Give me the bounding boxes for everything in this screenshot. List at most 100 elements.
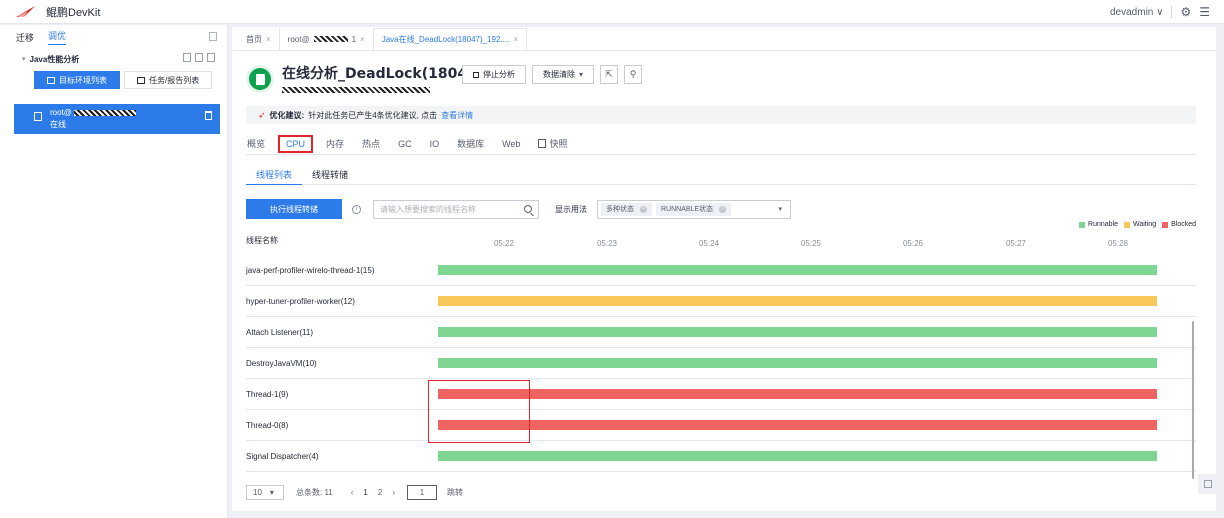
tab-memory[interactable]: 内存 [325,137,345,150]
settings-icon[interactable]: ⚲ [624,65,643,84]
legend-swatch [1124,221,1130,228]
pagination: 10 ▾ 总条数: 11 ‹ 1 2 › 1 跳转 [246,485,463,500]
tab-root-node[interactable]: root@ 1 × [280,28,374,50]
thread-row[interactable]: Signal Dispatcher(4) [246,441,1196,472]
page-header: 在线分析_DeadLock(18047) [246,63,483,95]
filter-icon[interactable] [207,53,215,62]
thread-state-bar[interactable] [438,327,1157,337]
target-env-list-button[interactable]: 目标环境列表 [34,71,120,89]
tab-snapshot[interactable]: 快照 [537,137,568,150]
tab-label: Java在线_DeadLock(18047)_192.... [381,35,510,44]
close-icon[interactable]: × [513,35,518,44]
page-1-button[interactable]: 1 [363,488,367,497]
tab-label: root@ [287,34,310,44]
page-size-value: 10 [253,488,262,497]
close-icon[interactable]: × [266,35,271,44]
chevron-down-icon: ▾ [579,70,584,79]
tab-gc[interactable]: GC [397,139,413,149]
state-multi-select[interactable]: 多种状态 × RUNNABLE状态 × ▾ [597,199,791,219]
thread-state-bar[interactable] [438,389,1157,399]
gear-icon[interactable]: ⚙ [1180,5,1191,19]
thread-state-bar[interactable] [438,296,1157,306]
info-icon[interactable]: i [352,204,361,214]
stop-icon [473,71,479,78]
thread-state-bar[interactable] [438,265,1157,275]
thread-state-bar[interactable] [438,420,1157,430]
search-icon[interactable] [524,204,532,213]
tab-hotspot[interactable]: 热点 [361,137,381,150]
sidebar-group-java[interactable]: ▾ Java性能分析 [0,49,227,69]
tab-java-online-deadlock[interactable]: Java在线_DeadLock(18047)_192.... × [373,28,528,50]
thread-row[interactable]: Thread-1(9) [246,379,1196,410]
sidebar: 迁移 调优 ▾ Java性能分析 目标环境列表 任务/报告列表 root@ 在线 [0,25,228,518]
prev-page-button[interactable]: ‹ [351,488,354,497]
time-tick: 05:28 [1107,239,1129,248]
thread-dump-button[interactable]: 执行线程转储 [246,199,342,219]
menu-icon[interactable]: ☰ [1199,5,1210,19]
user-menu[interactable]: devadmin ∨ [1110,7,1163,18]
stop-analysis-button[interactable]: 停止分析 [462,65,526,84]
tab-thread-dump[interactable]: 线程转储 [302,165,358,185]
chip-label: 多种状态 [606,206,634,213]
cpu-sub-tabs: 线程列表 线程转储 [246,165,1196,185]
user-name: devadmin [1110,6,1154,18]
thread-row[interactable]: DestroyJavaVM(10) [246,348,1196,379]
vertical-scrollbar[interactable] [1192,321,1194,479]
view-details-link[interactable]: 查看详情 [441,110,473,121]
advice-label: 优化建议: [269,110,305,120]
thread-state-bar[interactable] [438,358,1157,368]
snapshot-icon [538,139,547,148]
collapse-icon[interactable] [209,32,217,41]
export-icon[interactable]: ⇱ [600,65,619,84]
feedback-button[interactable] [1198,474,1218,494]
thread-search [373,199,539,219]
legend-runnable: Runnable [1079,221,1118,228]
remove-chip-icon[interactable]: × [640,205,647,213]
time-tick: 05:24 [698,239,720,248]
time-tick: 05:27 [1005,239,1027,248]
chevron-down-icon: ▾ [778,205,782,213]
delete-icon[interactable] [205,111,212,120]
import-icon[interactable] [195,53,203,62]
thread-toolbar: 执行线程转储 i 显示用法 多种状态 × RUNNABLE状态 × ▾ [246,199,791,219]
thread-row[interactable]: Thread-0(8) [246,410,1196,441]
optimization-advice-banner: ➶ 优化建议: 针对此任务已产生4条优化建议, 点击 查看详情 [246,106,1196,124]
time-tick: 05:26 [902,239,924,248]
thread-name: hyper-tuner-profiler-worker(12) [246,297,355,306]
legend-label: Runnable [1088,221,1118,228]
tab-home[interactable]: 首页 × [238,28,280,50]
tab-web[interactable]: Web [501,139,521,149]
close-icon[interactable]: × [360,35,365,44]
tab-database[interactable]: 数据库 [456,137,485,150]
sidebar-tab-migrate[interactable]: 迁移 [16,31,34,44]
tab-io[interactable]: IO [429,139,441,149]
next-page-button[interactable]: › [392,488,395,497]
caret-down-icon: ▾ [22,56,26,63]
remove-chip-icon[interactable]: × [719,205,727,213]
server-icon [34,112,42,121]
thread-name: Signal Dispatcher(4) [246,452,319,461]
thread-row[interactable]: java-perf-profiler-wirelo-thread-1(15) [246,255,1196,286]
app-logo[interactable]: 鲲鹏DevKit [16,4,100,20]
tab-overview[interactable]: 概览 [246,137,266,150]
chevron-down-icon: ∨ [1156,6,1164,18]
data-clear-button[interactable]: 数据清除 ▾ [532,65,595,84]
thread-state-bar[interactable] [438,451,1157,461]
jump-page-input[interactable]: 1 [407,485,437,500]
add-icon[interactable] [183,53,191,62]
sidebar-tab-tuning[interactable]: 调优 [48,29,66,45]
thread-row[interactable]: Attach Listener(11) [246,317,1196,348]
chart-legend: Runnable Waiting Blocked [1079,221,1196,228]
chip-runnable-state: RUNNABLE状态 × [656,202,732,216]
thread-search-input[interactable] [380,204,510,214]
tab-thread-list[interactable]: 线程列表 [246,165,303,185]
page-size-select[interactable]: 10 ▾ [246,485,284,500]
main-panel: 首页 × root@ 1 × Java在线_DeadLock(18047)_19… [232,27,1216,511]
thread-name: java-perf-profiler-wirelo-thread-1(15) [246,266,375,275]
task-report-list-button[interactable]: 任务/报告列表 [124,71,213,89]
chevron-down-icon: ▾ [269,488,274,497]
tab-cpu[interactable]: CPU [278,134,314,153]
thread-row[interactable]: hyper-tuner-profiler-worker(12) [246,286,1196,317]
page-2-button[interactable]: 2 [378,488,382,497]
target-node-item[interactable]: root@ 在线 [14,104,220,134]
